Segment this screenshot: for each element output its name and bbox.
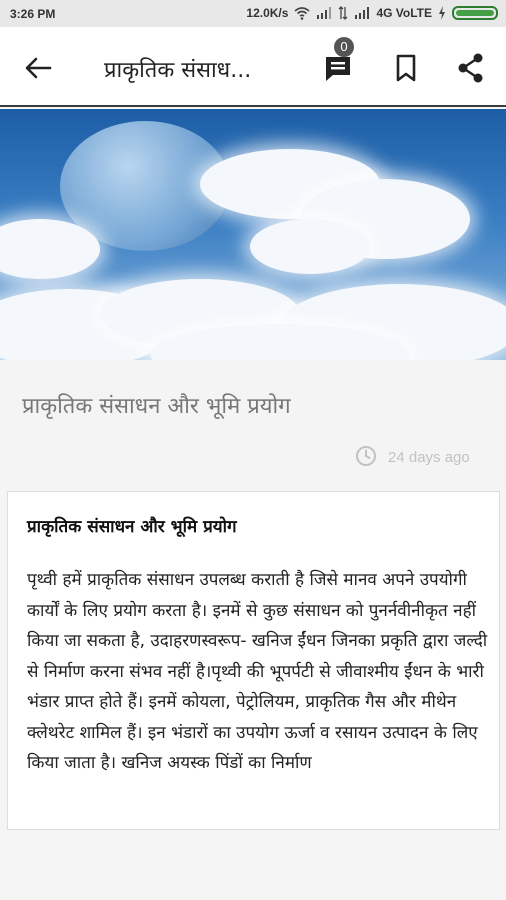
article-body: पृथ्वी हमें प्राकृतिक संसाधन उपलब्ध करात… <box>27 570 488 773</box>
cloud-shape <box>250 219 370 274</box>
data-arrows-icon <box>338 6 348 20</box>
network-type: 4G VoLTE <box>376 6 432 20</box>
status-bar: 3:26 PM 12.0K/s 4G VoLTE <box>0 0 506 27</box>
article-title-area: प्राकृतिक संसाधन और भूमि प्रयोग 24 days … <box>0 360 506 488</box>
clock-icon <box>356 446 376 466</box>
bookmark-icon[interactable] <box>389 51 423 85</box>
article-content-card: प्राकृतिक संसाधन और भूमि प्रयोग पृथ्वी ह… <box>7 491 500 830</box>
share-icon[interactable] <box>454 51 488 85</box>
back-arrow-icon[interactable] <box>22 53 54 83</box>
comment-icon[interactable] <box>321 51 355 85</box>
bottom-spacer <box>0 830 506 900</box>
battery-icon <box>452 6 498 20</box>
network-speed: 12.0K/s <box>246 6 289 20</box>
article-hero-image <box>0 109 506 360</box>
article-heading: प्राकृतिक संसाधन और भूमि प्रयोग <box>27 517 237 537</box>
article-title: प्राकृतिक संसाधन और भूमि प्रयोग <box>22 394 291 419</box>
app-bar: प्राकृतिक संसाध... 0 <box>0 27 506 107</box>
signal-icon <box>317 7 332 19</box>
comment-count-badge: 0 <box>334 37 354 57</box>
app-bar-title: प्राकृतिक संसाध... <box>104 58 252 83</box>
signal-icon-2 <box>355 7 370 19</box>
status-time: 3:26 PM <box>10 7 56 21</box>
status-indicators: 12.0K/s 4G VoLTE <box>246 6 498 20</box>
charging-icon <box>439 6 445 20</box>
published-time: 24 days ago <box>388 449 470 466</box>
wifi-icon <box>294 7 310 20</box>
